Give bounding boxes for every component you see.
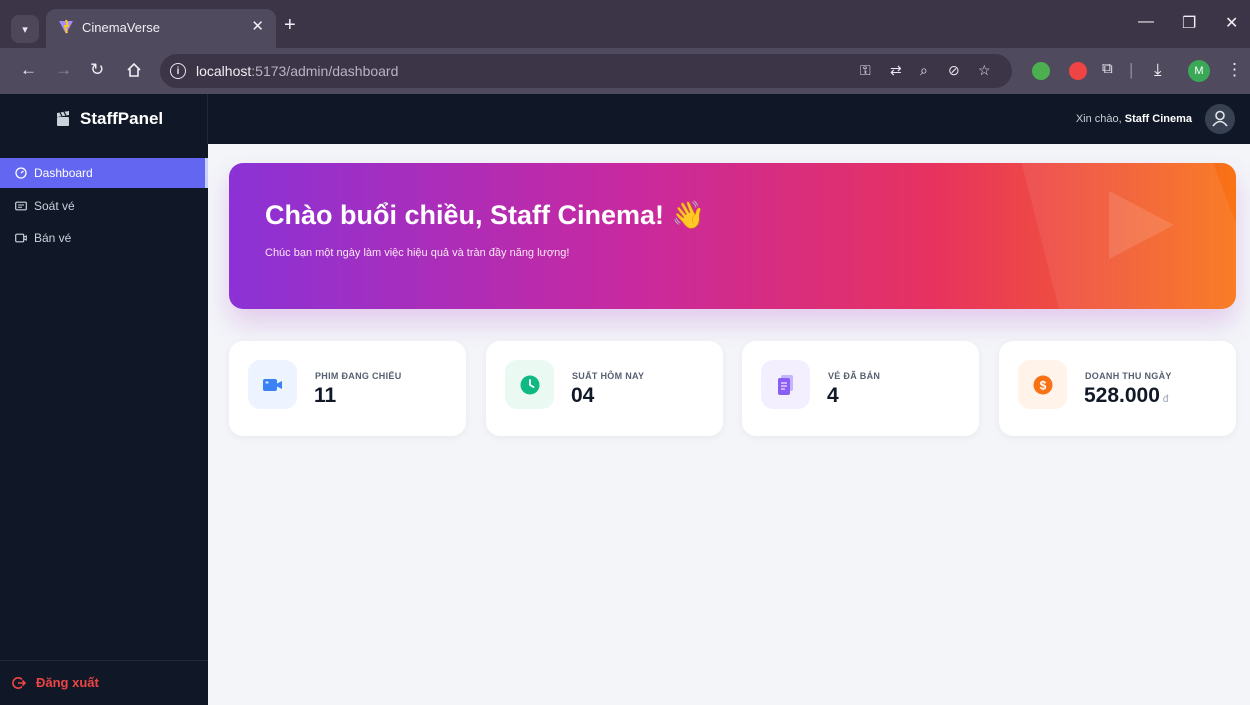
download-icon[interactable]: ⤓ — [1154, 60, 1162, 80]
clapperboard-icon — [57, 111, 69, 126]
sidebar-item-label: Soát vé — [34, 199, 75, 213]
password-key-icon[interactable]: ⚿ — [860, 62, 871, 79]
zoom-icon[interactable]: ⌕ — [920, 62, 928, 79]
stat-label: VÉ ĐÃ BÁN — [828, 371, 881, 381]
logout-icon — [12, 676, 26, 689]
translate-icon[interactable]: ⇄ — [890, 62, 902, 79]
address-bar[interactable]: i localhost:5173/admin/dashboard ⚿ ⇄ ⌕ ⊘… — [160, 54, 1012, 88]
tickets-icon — [777, 374, 793, 395]
dashboard-icon — [15, 167, 27, 179]
currency-unit: đ — [1162, 394, 1169, 405]
play-decoration-icon — [1021, 163, 1236, 309]
user-name: Staff Cinema — [1124, 113, 1192, 125]
sidebar-item-ban-ve[interactable]: Bán vé — [0, 223, 208, 253]
stat-card-revenue: $ DOANH THU NGÀY 528.000 đ — [999, 341, 1236, 436]
ticket-check-icon — [15, 201, 27, 211]
clock-icon — [520, 375, 539, 394]
stat-icon-box: $ — [1018, 360, 1067, 409]
forward-icon[interactable]: → — [55, 60, 72, 80]
sidebar-item-label: Bán vé — [34, 231, 72, 245]
sidebar-item-dashboard[interactable]: Dashboard — [0, 158, 208, 188]
bookmark-star-icon[interactable]: ☆ — [978, 62, 991, 79]
stat-label: SUẤT HÔM NAY — [572, 371, 645, 381]
logout-label: Đăng xuất — [36, 675, 99, 690]
brand: StaffPanel — [0, 94, 208, 144]
logout-area: Đăng xuất — [0, 660, 208, 705]
user-avatar[interactable] — [1205, 104, 1235, 134]
stat-card-movies: PHIM ĐANG CHIẾU 11 — [229, 341, 466, 436]
video-camera-icon — [262, 378, 282, 391]
url-text: localhost:5173/admin/dashboard — [196, 63, 399, 79]
close-window-icon[interactable]: ✕ — [1225, 13, 1238, 33]
welcome-banner: Chào buổi chiều, Staff Cinema! 👋 Chúc bạ… — [229, 163, 1236, 309]
stat-label: DOANH THU NGÀY — [1085, 371, 1172, 381]
extension-green-icon[interactable] — [1032, 62, 1050, 80]
sidebar-item-label: Dashboard — [34, 166, 93, 180]
browser-tab-bar: ▾ CinemaVerse ✕ + — ❐ ✕ — [0, 0, 1250, 48]
browser-toolbar: ← → ↻ i localhost:5173/admin/dashboard ⚿… — [0, 48, 1250, 94]
user-greeting: Xin chào, Staff Cinema — [1075, 113, 1192, 125]
banner-title: Chào buổi chiều, Staff Cinema! 👋 — [265, 200, 706, 230]
back-icon[interactable]: ← — [20, 60, 37, 80]
stat-icon-box — [505, 360, 554, 409]
eye-off-icon[interactable]: ⊘ — [948, 62, 960, 79]
stat-card-tickets-sold: VÉ ĐÃ BÁN 4 — [742, 341, 979, 436]
sidebar-item-soat-ve[interactable]: Soát vé — [0, 191, 208, 221]
tab-title: CinemaVerse — [82, 20, 161, 35]
stat-value: 04 — [571, 384, 595, 407]
ticket-sell-icon — [15, 233, 27, 243]
stat-icon-box — [248, 360, 297, 409]
stat-value: 4 — [827, 384, 839, 407]
user-icon — [1212, 110, 1228, 127]
tab-close-icon[interactable]: ✕ — [251, 17, 264, 35]
browser-tab[interactable]: CinemaVerse ✕ — [46, 9, 276, 48]
sidebar: Dashboard Soát vé Bán vé Đăng xuất — [0, 144, 208, 705]
dollar-icon: $ — [1033, 375, 1052, 394]
site-info-icon[interactable]: i — [170, 63, 186, 79]
new-tab-button[interactable]: + — [284, 14, 296, 37]
stat-value: 11 — [314, 384, 337, 407]
stat-icon-box — [761, 360, 810, 409]
restore-icon[interactable]: ❐ — [1182, 13, 1196, 33]
minimize-icon[interactable]: — — [1138, 13, 1154, 31]
extensions-puzzle-icon[interactable]: ⧉ — [1102, 60, 1113, 77]
vite-favicon-icon — [59, 19, 73, 34]
browser-menu-icon[interactable]: ⋮ — [1226, 60, 1243, 80]
reload-icon[interactable]: ↻ — [90, 60, 104, 80]
stat-value: 528.000 đ — [1084, 384, 1169, 407]
waving-hand-icon: 👋 — [671, 200, 706, 230]
banner-subtitle: Chúc bạn một ngày làm việc hiệu quả và t… — [265, 247, 570, 259]
home-icon[interactable] — [126, 62, 142, 78]
profile-avatar[interactable]: M — [1188, 60, 1210, 82]
svg-text:$: $ — [1039, 378, 1046, 392]
brand-name: StaffPanel — [80, 109, 164, 128]
app-header: StaffPanel Xin chào, Staff Cinema — [0, 94, 1250, 144]
stat-label: PHIM ĐANG CHIẾU — [315, 371, 402, 381]
tab-search-chevron-icon[interactable]: ▾ — [11, 15, 39, 43]
stat-card-showtimes: SUẤT HÔM NAY 04 — [486, 341, 723, 436]
toolbar-divider: | — [1129, 60, 1134, 79]
logout-button[interactable]: Đăng xuất — [12, 675, 99, 690]
extension-red-icon[interactable] — [1069, 62, 1087, 80]
